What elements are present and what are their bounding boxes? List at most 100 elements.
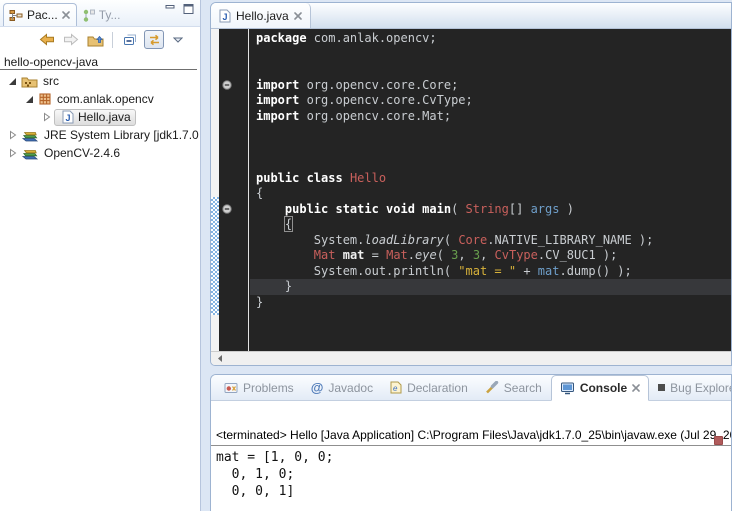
code-editor[interactable]: package com.anlak.opencv; import org.open… — [211, 29, 731, 353]
forward-arrow-button[interactable] — [61, 30, 81, 49]
close-icon — [62, 11, 70, 19]
code-line: { — [256, 217, 731, 233]
bottom-tab-label: Console — [580, 381, 627, 395]
source-folder-icon — [21, 75, 38, 88]
code-line: public class Hello — [256, 171, 731, 187]
package-explorer-toolbar — [0, 27, 200, 52]
code-line: import org.opencv.core.Core; — [256, 78, 731, 94]
link-with-editor-icon — [147, 34, 162, 46]
view-tab-label: Pac... — [27, 8, 58, 22]
close-icon — [632, 384, 640, 392]
up-folder-icon — [87, 33, 104, 47]
view-menu-icon — [173, 37, 183, 43]
bottom-tab-label: Problems — [243, 381, 294, 395]
javadoc-icon: @ — [311, 380, 324, 395]
code-line: } — [256, 295, 731, 311]
tree-item-src[interactable]: src — [0, 72, 200, 90]
view-tab-ty[interactable]: Ty... — [77, 4, 127, 26]
collapsed-expander-icon[interactable] — [8, 148, 17, 158]
java-file-icon: J — [219, 9, 231, 23]
tab-bug-explorer[interactable]: Bug Explorer — [650, 375, 732, 400]
code-line: import org.opencv.core.Mat; — [256, 109, 731, 125]
console-output-text: mat = [1, 0, 0; 0, 1, 0; 0, 0, 1] — [211, 446, 731, 500]
tree-item-label: OpenCV-2.4.6 — [44, 146, 120, 160]
bottom-tab-label: Declaration — [407, 381, 468, 395]
back-arrow-button[interactable] — [37, 30, 57, 49]
console-line: 0, 1, 0; — [216, 466, 731, 483]
bottom-tab-label: Bug Explorer — [670, 381, 732, 395]
link-with-editor-button[interactable] — [144, 30, 164, 49]
search-icon — [485, 381, 499, 394]
code-line — [256, 47, 731, 63]
terminate-button[interactable] — [714, 436, 723, 445]
view-tab-label: Ty... — [99, 8, 121, 22]
fold-minus-icon[interactable] — [222, 80, 232, 90]
code-line: } — [256, 279, 731, 295]
library-icon — [21, 129, 39, 142]
tab-search[interactable]: Search — [477, 375, 550, 400]
minimize-icon[interactable] — [165, 4, 176, 14]
tab-console[interactable]: Console — [551, 375, 649, 401]
expanded-expander-icon[interactable] — [25, 95, 34, 104]
bottom-tab-label: Javadoc — [328, 381, 373, 395]
view-window-buttons — [165, 0, 200, 14]
type-hierarchy-icon — [82, 9, 95, 22]
code-line: public static void main( String[] args ) — [256, 202, 731, 218]
forward-arrow-icon — [63, 33, 79, 46]
editor-tabbar: J Hello.java — [211, 3, 731, 29]
tab-javadoc[interactable]: @ Javadoc — [303, 375, 381, 400]
collapsed-expander-icon[interactable] — [8, 130, 17, 140]
eclipse-workbench: Pac... Ty... hello-opencv-java src com.anl… — [0, 0, 732, 511]
tree-item-opencv-2[interactable]: OpenCV-2.4.6 — [0, 144, 200, 162]
code-line: System.loadLibrary( Core.NATIVE_LIBRARY_… — [256, 233, 731, 249]
console-view: Problems @ Javadoc e Declaration Search Consol… — [210, 374, 732, 511]
tree-selection: J Hello.java — [54, 109, 136, 126]
code-line: Mat mat = Mat.eye( 3, 3, CvType.CV_8UC1 … — [256, 248, 731, 264]
left-view-tabbar: Pac... Ty... — [0, 0, 200, 27]
view-tab-pac[interactable]: Pac... — [3, 3, 77, 26]
code-line — [256, 124, 731, 140]
fold-minus-icon[interactable] — [222, 204, 232, 214]
fold-gutter[interactable] — [219, 29, 249, 353]
tree-item-project[interactable]: hello-opencv-java — [0, 55, 197, 70]
back-arrow-icon — [39, 33, 55, 46]
tab-problems[interactable]: Problems — [216, 375, 302, 400]
code-line: import org.opencv.core.CvType; — [256, 93, 731, 109]
expanded-expander-icon[interactable] — [8, 77, 17, 86]
tree-item-label: src — [43, 74, 59, 88]
tree-item-com[interactable]: com.anlak.opencv — [0, 90, 200, 108]
collapsed-expander-icon[interactable] — [42, 112, 51, 122]
range-indicator — [211, 197, 219, 315]
code-line — [256, 155, 731, 171]
maximize-icon[interactable] — [183, 4, 194, 14]
project-tree: hello-opencv-java src com.anlak.opencv J He… — [0, 52, 200, 162]
left-view-tabs: Pac... Ty... — [3, 3, 126, 26]
editor-area: J Hello.java package com.anlak.opencv; im… — [210, 2, 732, 366]
scroll-left-icon[interactable] — [216, 354, 224, 363]
up-folder-button[interactable] — [85, 30, 105, 49]
editor-hscrollbar[interactable] — [211, 351, 731, 365]
collapse-all-icon — [123, 33, 137, 47]
package-explorer-icon — [9, 9, 23, 22]
tree-item-jre[interactable]: JRE System Library [jdk1.7.0 — [0, 126, 200, 144]
library-icon — [21, 147, 39, 160]
tree-item-label: Hello.java — [78, 110, 131, 124]
java-file-icon: J — [62, 110, 74, 124]
console-line: 0, 0, 1] — [216, 483, 731, 500]
editor-tab-hello-java[interactable]: J Hello.java — [211, 3, 311, 28]
tree-item-label: com.anlak.opencv — [57, 92, 154, 106]
close-icon[interactable] — [294, 12, 302, 20]
editor-tab-label: Hello.java — [236, 9, 289, 23]
console-icon — [560, 382, 575, 395]
code-line — [256, 62, 731, 78]
view-menu-button[interactable] — [168, 30, 188, 49]
svg-text:J: J — [223, 12, 228, 22]
collapse-all-button[interactable] — [120, 30, 140, 49]
package-icon — [38, 93, 52, 105]
code-line: package com.anlak.opencv; — [256, 31, 731, 47]
tree-item-hello[interactable]: J Hello.java — [0, 108, 200, 126]
code-text: package com.anlak.opencv; import org.open… — [250, 29, 731, 353]
tab-declaration[interactable]: e Declaration — [382, 375, 476, 400]
declaration-icon: e — [390, 381, 402, 394]
console-output-area[interactable]: <terminated> Hello [Java Application] C:… — [211, 425, 731, 511]
